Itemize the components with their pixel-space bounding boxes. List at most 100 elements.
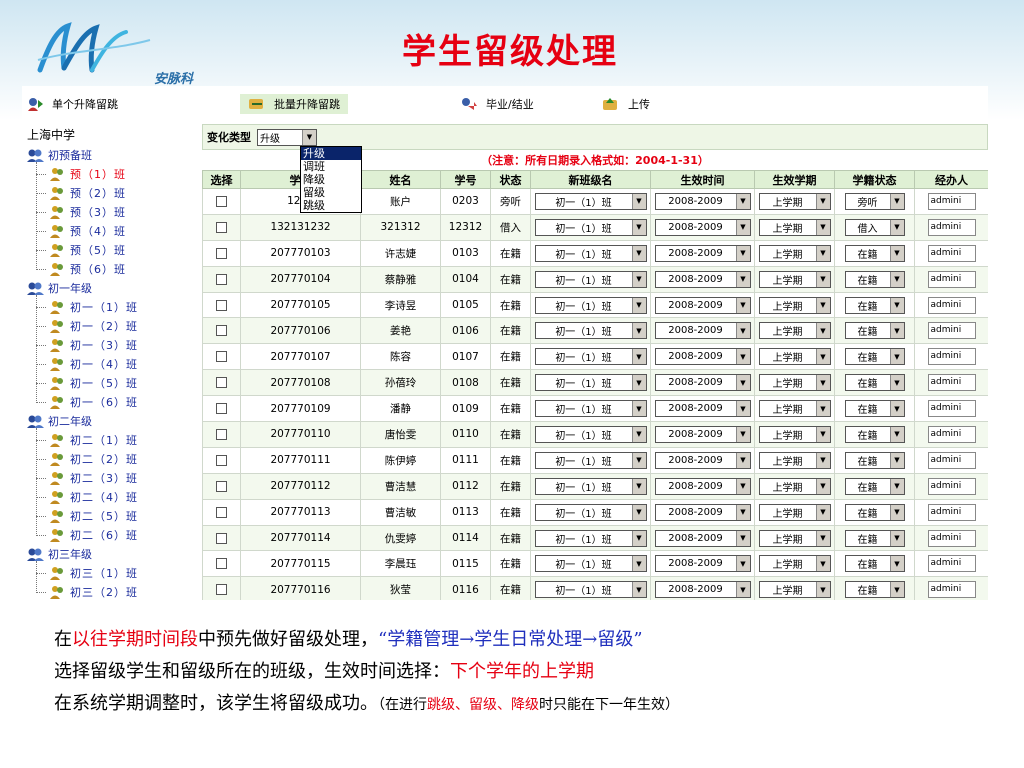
chevron-down-icon[interactable]: ▼ xyxy=(735,245,750,261)
tree-class-node[interactable]: 预（3）班 xyxy=(50,203,126,221)
row-select[interactable]: 2008-2009 ▼ xyxy=(654,503,751,521)
chevron-down-icon[interactable]: ▼ xyxy=(735,219,750,235)
row-select[interactable]: 上学期 ▼ xyxy=(758,296,831,314)
operator-input[interactable]: admini xyxy=(927,374,976,392)
row-select[interactable]: 初一（1）班 ▼ xyxy=(534,270,647,288)
dropdown-option[interactable]: 升级 xyxy=(301,147,361,160)
tree-class-node[interactable]: 初二（5）班 xyxy=(50,507,138,525)
row-select[interactable]: 2008-2009 ▼ xyxy=(654,425,751,443)
chevron-down-icon[interactable]: ▼ xyxy=(631,504,646,520)
tree-class-node[interactable]: 初二（3）班 xyxy=(50,469,138,487)
chevron-down-icon[interactable]: ▼ xyxy=(631,219,646,235)
row-select[interactable]: 2008-2009 ▼ xyxy=(654,348,751,366)
row-select[interactable]: 在籍 ▼ xyxy=(844,503,905,521)
row-select[interactable]: 在籍 ▼ xyxy=(844,348,905,366)
chevron-down-icon[interactable]: ▼ xyxy=(815,401,830,417)
chevron-down-icon[interactable]: ▼ xyxy=(735,582,750,598)
chevron-down-icon[interactable]: ▼ xyxy=(815,556,830,572)
chevron-down-icon[interactable]: ▼ xyxy=(889,452,904,468)
tree-class-node[interactable]: 预（2）班 xyxy=(50,184,126,202)
operator-input[interactable]: admini xyxy=(927,555,976,573)
tree-class-node[interactable]: 预（5）班 xyxy=(50,241,126,259)
chevron-down-icon[interactable]: ▼ xyxy=(631,323,646,339)
chevron-down-icon[interactable]: ▼ xyxy=(889,297,904,313)
chevron-down-icon[interactable]: ▼ xyxy=(815,349,830,365)
chevron-down-icon[interactable]: ▼ xyxy=(815,504,830,520)
row-select[interactable]: 初一（1）班 ▼ xyxy=(534,374,647,392)
chevron-down-icon[interactable]: ▼ xyxy=(735,349,750,365)
row-select[interactable]: 上学期 ▼ xyxy=(758,555,831,573)
operator-input[interactable]: admini xyxy=(927,322,976,340)
row-select[interactable]: 上学期 ▼ xyxy=(758,581,831,599)
chevron-down-icon[interactable]: ▼ xyxy=(302,129,316,145)
row-select[interactable]: 2008-2009 ▼ xyxy=(654,192,751,210)
chevron-down-icon[interactable]: ▼ xyxy=(815,193,830,209)
row-checkbox[interactable] xyxy=(216,299,227,311)
row-select[interactable]: 上学期 ▼ xyxy=(758,192,831,210)
row-select[interactable]: 2008-2009 ▼ xyxy=(654,218,751,236)
chevron-down-icon[interactable]: ▼ xyxy=(815,530,830,546)
operator-input[interactable]: admini xyxy=(927,218,976,236)
row-select[interactable]: 初一（1）班 ▼ xyxy=(534,581,647,599)
tree-class-node[interactable]: 初一（3）班 xyxy=(50,336,138,354)
row-select[interactable]: 上学期 ▼ xyxy=(758,374,831,392)
operator-input[interactable]: admini xyxy=(927,581,976,599)
chevron-down-icon[interactable]: ▼ xyxy=(889,349,904,365)
chevron-down-icon[interactable]: ▼ xyxy=(889,504,904,520)
row-select[interactable]: 2008-2009 ▼ xyxy=(654,581,751,599)
chevron-down-icon[interactable]: ▼ xyxy=(815,478,830,494)
tree-class-node[interactable]: 初一（5）班 xyxy=(50,374,138,392)
operator-input[interactable]: admini xyxy=(927,451,976,469)
row-select[interactable]: 2008-2009 ▼ xyxy=(654,555,751,573)
operator-input[interactable]: admini xyxy=(927,400,976,418)
chevron-down-icon[interactable]: ▼ xyxy=(815,297,830,313)
row-select[interactable]: 初一（1）班 ▼ xyxy=(534,555,647,573)
chevron-down-icon[interactable]: ▼ xyxy=(889,271,904,287)
chevron-down-icon[interactable]: ▼ xyxy=(889,556,904,572)
row-select[interactable]: 上学期 ▼ xyxy=(758,244,831,262)
row-select[interactable]: 初一（1）班 ▼ xyxy=(534,529,647,547)
chevron-down-icon[interactable]: ▼ xyxy=(631,556,646,572)
row-select[interactable]: 初一（1）班 ▼ xyxy=(534,192,647,210)
chevron-down-icon[interactable]: ▼ xyxy=(735,323,750,339)
row-select[interactable]: 初一（1）班 ▼ xyxy=(534,348,647,366)
dropdown-option[interactable]: 降级 xyxy=(301,173,361,186)
row-select[interactable]: 上学期 ▼ xyxy=(758,348,831,366)
chevron-down-icon[interactable]: ▼ xyxy=(735,271,750,287)
row-select[interactable]: 初一（1）班 ▼ xyxy=(534,218,647,236)
row-select[interactable]: 上学期 ▼ xyxy=(758,529,831,547)
chevron-down-icon[interactable]: ▼ xyxy=(889,245,904,261)
row-select[interactable]: 初一（1）班 ▼ xyxy=(534,477,647,495)
row-checkbox[interactable] xyxy=(216,195,227,207)
row-select[interactable]: 上学期 ▼ xyxy=(758,270,831,288)
chevron-down-icon[interactable]: ▼ xyxy=(631,245,646,261)
row-select[interactable]: 初一（1）班 ▼ xyxy=(534,451,647,469)
row-checkbox[interactable] xyxy=(216,584,227,596)
row-select[interactable]: 2008-2009 ▼ xyxy=(654,270,751,288)
chevron-down-icon[interactable]: ▼ xyxy=(631,530,646,546)
dropdown-option[interactable]: 跳级 xyxy=(301,199,361,212)
chevron-down-icon[interactable]: ▼ xyxy=(815,375,830,391)
row-select[interactable]: 在籍 ▼ xyxy=(844,425,905,443)
tree-class-node[interactable]: 预（4）班 xyxy=(50,222,126,240)
row-checkbox[interactable] xyxy=(216,480,227,492)
tree-class-node[interactable]: 初一（2）班 xyxy=(50,317,138,335)
row-checkbox[interactable] xyxy=(216,558,227,570)
row-select[interactable]: 上学期 ▼ xyxy=(758,322,831,340)
tree-class-node[interactable]: 初二（4）班 xyxy=(50,488,138,506)
row-checkbox[interactable] xyxy=(216,428,227,440)
row-select[interactable]: 2008-2009 ▼ xyxy=(654,296,751,314)
chevron-down-icon[interactable]: ▼ xyxy=(889,323,904,339)
row-select[interactable]: 在籍 ▼ xyxy=(844,477,905,495)
chevron-down-icon[interactable]: ▼ xyxy=(889,193,904,209)
operator-input[interactable]: admini xyxy=(927,192,976,210)
row-checkbox[interactable] xyxy=(216,532,227,544)
row-checkbox[interactable] xyxy=(216,273,227,285)
chevron-down-icon[interactable]: ▼ xyxy=(815,426,830,442)
row-select[interactable]: 上学期 ▼ xyxy=(758,425,831,443)
chevron-down-icon[interactable]: ▼ xyxy=(889,219,904,235)
change-type-select[interactable]: 升级 ▼ xyxy=(257,128,317,146)
toolbar-graduate-button[interactable]: 毕业/结业 xyxy=(460,94,534,114)
operator-input[interactable]: admini xyxy=(927,244,976,262)
row-select[interactable]: 上学期 ▼ xyxy=(758,477,831,495)
